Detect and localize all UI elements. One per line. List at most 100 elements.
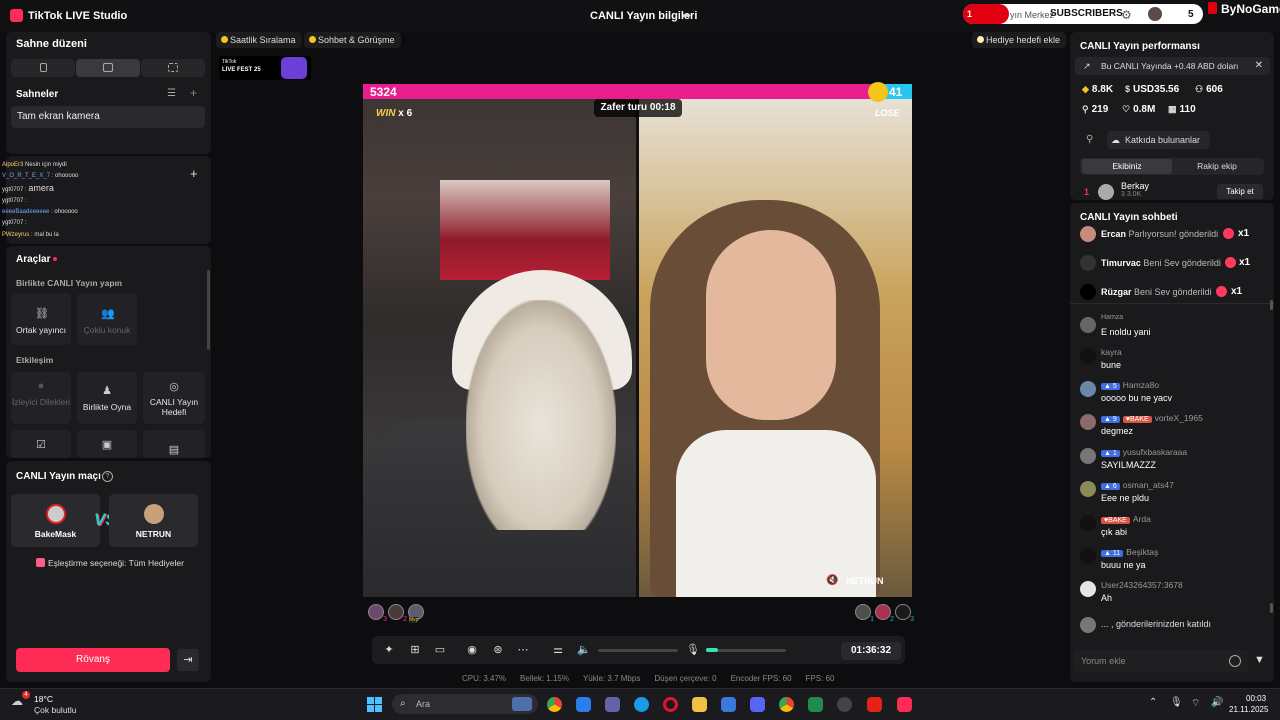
add-source-button[interactable]: +	[190, 166, 198, 181]
chat-username[interactable]: ▲ 5 Hamza8o	[1101, 380, 1159, 390]
share-icon[interactable]: ➦	[682, 9, 694, 22]
chat-username[interactable]: ▲ 11 Beşiktaş	[1101, 547, 1158, 557]
file-explorer-icon[interactable]	[692, 697, 707, 712]
gift-goal-chip[interactable]: Hediye hedefi ekle	[972, 32, 1067, 48]
discord-icon[interactable]	[750, 697, 765, 712]
volume-icon[interactable]: 🔊	[1211, 697, 1223, 708]
avatar[interactable]	[1080, 255, 1096, 271]
avatar[interactable]	[1080, 284, 1096, 300]
avatar[interactable]	[1080, 617, 1096, 633]
co-host-button[interactable]: ⛓ Ortak yayıncı	[11, 293, 71, 345]
gear-icon[interactable]: ⚙	[1121, 8, 1132, 22]
chat-username[interactable]: Hamza	[1101, 314, 1123, 321]
avatar[interactable]	[1080, 317, 1096, 333]
rematch-button[interactable]: Rövanş	[16, 648, 170, 672]
add-scene-icon[interactable]: +	[190, 86, 197, 100]
weather-temperature[interactable]: 18°C	[34, 694, 53, 704]
tool-tile-extra[interactable]: ▤	[143, 430, 205, 458]
settings-sliders-icon[interactable]: ⚌	[551, 644, 565, 656]
avatar[interactable]	[1080, 548, 1096, 564]
tool-tile-extra[interactable]: ▣	[77, 430, 137, 458]
chrome-secondary-icon[interactable]	[837, 697, 852, 712]
chat-scrollbar[interactable]	[1270, 603, 1273, 613]
add-source-icon[interactable]: ⊞	[408, 644, 422, 656]
chat-call-chip[interactable]: Sohbet & Görüşme	[304, 32, 401, 48]
layout-landscape-button[interactable]	[76, 59, 140, 77]
chat-scrollbar-top[interactable]	[1270, 300, 1273, 310]
chat-username[interactable]: ♥BAKE Arda	[1101, 514, 1151, 524]
avatar[interactable]	[1080, 226, 1096, 242]
avatar[interactable]	[1080, 448, 1096, 464]
more-icon[interactable]: ⋯	[516, 644, 530, 656]
mail-icon[interactable]	[721, 697, 736, 712]
record-icon[interactable]: ◉	[465, 644, 479, 656]
list-icon[interactable]: ☰	[167, 88, 176, 99]
clock-time[interactable]: 00:03	[1246, 694, 1266, 703]
tools-scrollbar[interactable]	[207, 270, 210, 350]
tool-tile-extra[interactable]: ☑	[11, 430, 71, 458]
contributors-button[interactable]: ☁ Katkıda bulunanlar	[1107, 131, 1210, 149]
speaker-volume-slider[interactable]	[598, 649, 678, 652]
chat-username[interactable]: ▲ 6 osman_ats47	[1101, 480, 1174, 490]
avatar[interactable]	[1080, 414, 1096, 430]
network-icon[interactable]: ⌔	[1191, 697, 1200, 710]
microphone-tray-icon[interactable]: 🎙	[1170, 697, 1183, 708]
xbox-icon[interactable]	[808, 697, 823, 712]
scene-item-fullscreen-camera[interactable]: Tam ekran kamera	[11, 106, 205, 128]
tiktok-studio-icon[interactable]	[897, 697, 912, 712]
avatar[interactable]	[1098, 184, 1114, 200]
tab-your-team[interactable]: Ekibiniz	[1082, 159, 1172, 174]
microphone-volume-slider[interactable]	[706, 649, 786, 652]
chrome-icon[interactable]	[547, 697, 562, 712]
weather-condition[interactable]: Çok bulutlu	[34, 705, 77, 715]
avatar[interactable]	[1080, 481, 1096, 497]
caption-icon[interactable]: ▭	[433, 644, 447, 656]
supporter-avatar[interactable]: 2	[875, 604, 894, 623]
speaker-muted-icon[interactable]: 🔇	[826, 575, 838, 586]
opera-icon[interactable]	[663, 697, 678, 712]
avatar[interactable]	[1080, 348, 1096, 364]
camera-effects-icon[interactable]: ⊛	[491, 644, 505, 656]
close-icon[interactable]: ✕	[1255, 57, 1263, 75]
play-together-button[interactable]: ♟ Birlikte Oyna	[77, 372, 137, 424]
supporter-avatar[interactable]: 1	[855, 604, 874, 623]
exit-icon[interactable]: ⇥	[177, 649, 199, 671]
speaker-icon[interactable]: 🔈	[577, 644, 591, 656]
chat-username[interactable]: kayra	[1101, 347, 1122, 357]
layout-rotate-button[interactable]	[141, 59, 205, 77]
windows-start-icon[interactable]	[367, 697, 382, 712]
supporter-avatar[interactable]: 2	[388, 604, 407, 623]
supporter-avatar[interactable]: 3	[895, 604, 914, 623]
chrome-profile-icon[interactable]	[779, 697, 794, 712]
info-icon[interactable]: ?	[102, 471, 113, 482]
multi-guest-button[interactable]: 👥 Çoklu konuk	[77, 293, 137, 345]
emoji-icon[interactable]	[1229, 655, 1241, 667]
send-icon[interactable]: ▼	[1254, 654, 1265, 666]
store-icon[interactable]	[576, 697, 591, 712]
avatar[interactable]	[1080, 581, 1096, 597]
layout-portrait-button[interactable]	[11, 59, 75, 77]
supporter-avatar[interactable]: Mvp	[408, 604, 424, 623]
hourly-ranking-chip[interactable]: Saatlik Sıralama	[216, 32, 302, 48]
rank-user-name[interactable]: Berkay 3 3.0K	[1121, 181, 1149, 198]
supporter-avatar[interactable]: 3	[368, 604, 387, 623]
avatar[interactable]	[1148, 7, 1162, 21]
comment-input[interactable]: Yorum ekle	[1074, 650, 1248, 672]
edge-icon[interactable]	[634, 697, 649, 712]
avatar[interactable]	[1080, 381, 1096, 397]
add-user-icon[interactable]: ⚲	[1086, 134, 1093, 145]
chat-username[interactable]: ▲ 9 ♥BAKE vorteX_1965	[1101, 413, 1203, 423]
chevron-up-icon[interactable]: ⌃	[1149, 697, 1157, 708]
chat-username[interactable]: User243264357:3678	[1101, 580, 1183, 590]
taskbar-search[interactable]: ⌕ Ara	[392, 694, 538, 714]
chat-username[interactable]: ▲ 1 yusufxbaskaraaa	[1101, 447, 1187, 457]
follow-button[interactable]: Takip et	[1217, 184, 1263, 199]
microphone-icon[interactable]: 🎙	[686, 644, 700, 656]
tab-rival-team[interactable]: Rakip ekip	[1172, 159, 1262, 174]
youtube-icon[interactable]	[867, 697, 882, 712]
viewer-wishes-button[interactable]: ● İzleyici Dilekleri	[11, 372, 71, 424]
avatar[interactable]	[1080, 515, 1096, 531]
pairing-option-label[interactable]: Eşleştirme seçeneği: Tüm Hediyeler	[48, 558, 184, 568]
live-goal-button[interactable]: ◎ CANLI Yayın Hedefi	[143, 372, 205, 424]
magic-wand-icon[interactable]: ✦	[382, 644, 396, 656]
